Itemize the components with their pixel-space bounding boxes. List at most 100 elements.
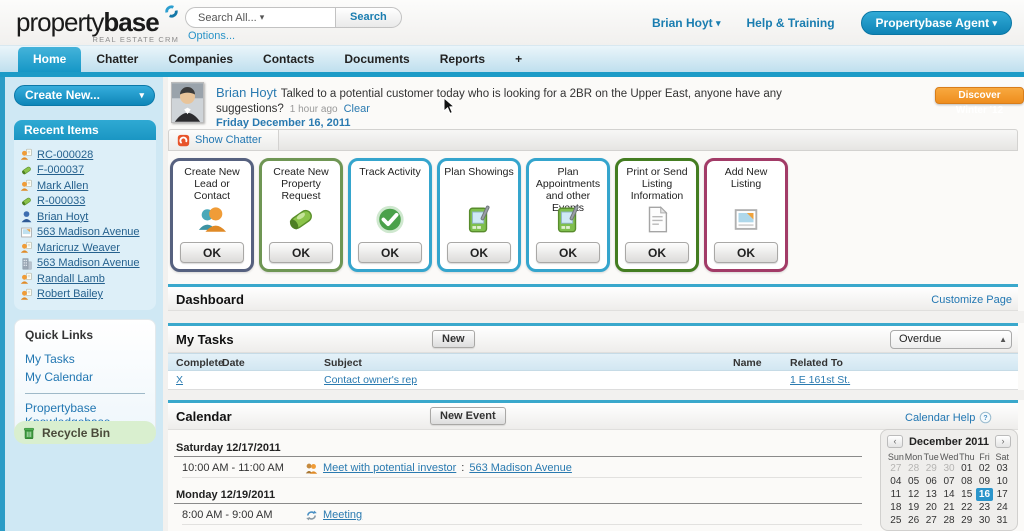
- logo-text: propertybase: [16, 7, 159, 37]
- search-button[interactable]: Search: [335, 7, 402, 28]
- tab-contacts[interactable]: Contacts: [248, 47, 329, 72]
- calendar-day[interactable]: 04: [887, 475, 905, 488]
- ok-button[interactable]: OK: [180, 242, 244, 263]
- calendar-day[interactable]: 03: [993, 462, 1011, 475]
- tab-home[interactable]: Home: [18, 47, 81, 72]
- tab-reports[interactable]: Reports: [425, 47, 500, 72]
- recent-item: F-000037: [20, 163, 152, 179]
- calendar-day[interactable]: 11: [887, 488, 905, 501]
- recent-item-link[interactable]: Randall Lamb: [37, 273, 105, 285]
- calendar-day[interactable]: 09: [976, 475, 994, 488]
- calendar-day[interactable]: 28: [905, 462, 923, 475]
- event-title-link[interactable]: Meeting: [323, 509, 362, 521]
- prev-month-button[interactable]: ‹: [887, 435, 903, 448]
- calendar-day[interactable]: 30: [976, 514, 994, 527]
- chatter-icon: [177, 134, 190, 147]
- user-menu[interactable]: Brian Hoyt ▾: [652, 16, 721, 30]
- calendar-day[interactable]: 12: [905, 488, 923, 501]
- calendar-section-header: Calendar New Event: [168, 403, 1018, 430]
- calendar-day[interactable]: 17: [993, 488, 1011, 501]
- calendar-day[interactable]: 06: [922, 475, 940, 488]
- recent-item-link[interactable]: 563 Madison Avenue: [37, 257, 140, 269]
- ok-button[interactable]: OK: [625, 242, 689, 263]
- task-related-link[interactable]: 1 E 161st St.: [790, 374, 850, 386]
- customize-page-link[interactable]: Customize Page: [931, 294, 1012, 306]
- weekday-label: Sat: [993, 452, 1011, 462]
- ok-button[interactable]: OK: [714, 242, 778, 263]
- next-month-button[interactable]: ›: [995, 435, 1011, 448]
- ok-button[interactable]: OK: [358, 242, 422, 263]
- dashboard-title: Dashboard: [176, 292, 244, 307]
- new-task-button[interactable]: New: [432, 330, 475, 348]
- recent-item-link[interactable]: F-000037: [37, 164, 84, 176]
- calendar-day[interactable]: 16: [976, 488, 994, 501]
- help-icon[interactable]: [979, 411, 992, 424]
- recent-item-link[interactable]: 563 Madison Avenue: [37, 226, 140, 238]
- show-chatter-button[interactable]: Show Chatter: [169, 130, 279, 150]
- request-icon: [20, 164, 33, 177]
- calendar-day[interactable]: 23: [976, 501, 994, 514]
- quick-link-my-calendar[interactable]: My Calendar: [25, 370, 145, 384]
- search-options-link[interactable]: Options...: [188, 30, 235, 42]
- tab-companies[interactable]: Companies: [153, 47, 248, 72]
- calendar-day[interactable]: 01: [958, 462, 976, 475]
- tasks-filter-select[interactable]: Overdue▲▼: [890, 330, 1012, 349]
- recent-item-link[interactable]: R-000033: [37, 195, 85, 207]
- ok-button[interactable]: OK: [269, 242, 333, 263]
- calendar-day[interactable]: 15: [958, 488, 976, 501]
- tab-chatter[interactable]: Chatter: [81, 47, 153, 72]
- ok-button[interactable]: OK: [447, 242, 511, 263]
- recent-item-link[interactable]: Brian Hoyt: [37, 211, 88, 223]
- calendar-day[interactable]: 27: [922, 514, 940, 527]
- calendar-day[interactable]: 08: [958, 475, 976, 488]
- quick-link-my-tasks[interactable]: My Tasks: [25, 352, 145, 366]
- recent-item: Robert Bailey: [20, 287, 152, 303]
- help-training-link[interactable]: Help & Training: [747, 16, 835, 30]
- calendar-day[interactable]: 05: [905, 475, 923, 488]
- calendar-day[interactable]: 13: [922, 488, 940, 501]
- calendar-day[interactable]: 25: [887, 514, 905, 527]
- recent-item-link[interactable]: Maricruz Weaver: [37, 242, 120, 254]
- calendar-day[interactable]: 30: [940, 462, 958, 475]
- calendar-help-link[interactable]: Calendar Help: [905, 412, 975, 424]
- calendar-day[interactable]: 22: [958, 501, 976, 514]
- calendar-day[interactable]: 19: [905, 501, 923, 514]
- recent-item-link[interactable]: RC-000028: [37, 149, 93, 161]
- event-related-link[interactable]: 563 Madison Avenue: [469, 462, 572, 474]
- calendar-day[interactable]: 29: [958, 514, 976, 527]
- calendar-day[interactable]: 31: [993, 514, 1011, 527]
- post-date: Friday December 16, 2011: [216, 117, 351, 129]
- search-input[interactable]: Search All... ▾: [185, 7, 335, 28]
- calendar-day[interactable]: 18: [887, 501, 905, 514]
- recent-item-link[interactable]: Mark Allen: [37, 180, 88, 192]
- calendar-day[interactable]: 14: [940, 488, 958, 501]
- ok-button[interactable]: OK: [536, 242, 600, 263]
- tab-add[interactable]: +: [500, 47, 537, 72]
- calendar-day[interactable]: 10: [993, 475, 1011, 488]
- calendar-day[interactable]: 28: [940, 514, 958, 527]
- weekday-label: Thu: [958, 452, 976, 462]
- calendar-day[interactable]: 20: [922, 501, 940, 514]
- new-event-button[interactable]: New Event: [430, 407, 506, 425]
- calendar-day[interactable]: 21: [940, 501, 958, 514]
- contact-icon: [20, 288, 33, 301]
- app-menu-button[interactable]: Propertybase Agent ▾: [861, 11, 1012, 35]
- discover-winter-button[interactable]: Discover Winter '12: [935, 87, 1024, 104]
- calendar-day[interactable]: 26: [905, 514, 923, 527]
- recent-item-link[interactable]: Robert Bailey: [37, 288, 103, 300]
- event-title-link[interactable]: Meet with potential investor: [323, 462, 456, 474]
- calendar-day[interactable]: 02: [976, 462, 994, 475]
- tab-documents[interactable]: Documents: [329, 47, 424, 72]
- task-complete-link[interactable]: X: [176, 374, 183, 386]
- calendar-day[interactable]: 29: [922, 462, 940, 475]
- post-clear-link[interactable]: Clear: [344, 103, 370, 115]
- task-subject-link[interactable]: Contact owner's rep: [324, 374, 417, 386]
- create-new-button[interactable]: Create New...▾: [14, 85, 155, 106]
- calendar-day[interactable]: 27: [887, 462, 905, 475]
- calendar-day[interactable]: 24: [993, 501, 1011, 514]
- author-avatar[interactable]: [171, 82, 204, 123]
- recycle-bin[interactable]: Recycle Bin: [14, 421, 156, 444]
- user-icon: [20, 210, 33, 223]
- post-author-link[interactable]: Brian Hoyt: [216, 85, 277, 100]
- calendar-day[interactable]: 07: [940, 475, 958, 488]
